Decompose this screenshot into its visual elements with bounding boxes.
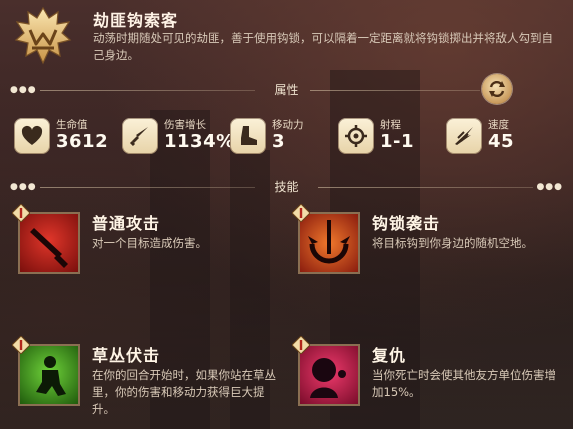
skill-description: 在你的回合开始时，如果你站在草丛里，你的伤害和移动力获得巨大提升。 xyxy=(92,368,276,416)
unit-emblem-icon xyxy=(12,6,74,68)
skill-name: 草丛伏击 xyxy=(92,346,161,365)
skill-info-badge-icon xyxy=(292,204,310,222)
skills-divider: ●●● 技能 ●●● xyxy=(10,180,563,194)
divider-line xyxy=(310,90,480,91)
skill-name: 钩锁袭击 xyxy=(372,214,441,233)
attributes-heading: 属性 xyxy=(274,83,299,97)
wing-speed-icon xyxy=(446,118,482,154)
boot-icon xyxy=(230,118,266,154)
skill-normal-attack[interactable]: 普通攻击 对一个目标造成伤害。 xyxy=(10,202,280,288)
skill-bush-ambush[interactable]: 草丛伏击 在你的回合开始时，如果你站在草丛里，你的伤害和移动力获得巨大提升。 xyxy=(10,334,280,420)
attributes-divider: ●●● 属性 xyxy=(10,83,563,97)
skill-description: 对一个目标造成伤害。 xyxy=(92,236,207,250)
stat-value: 45 xyxy=(488,131,515,152)
stat-value: 1-1 xyxy=(380,131,415,152)
stat-label: 伤害增长 xyxy=(164,119,206,131)
stat-value: 3 xyxy=(272,131,286,152)
divider-line xyxy=(318,187,533,188)
dagger-icon xyxy=(122,118,158,154)
swap-button[interactable] xyxy=(482,74,512,104)
skill-name: 复仇 xyxy=(372,346,407,365)
skill-revenge[interactable]: 复仇 当你死亡时会使其他友方单位伤害增加15%。 xyxy=(290,334,560,420)
heart-icon xyxy=(14,118,50,154)
skill-info-badge-icon xyxy=(12,204,30,222)
unit-description: 动荡时期随处可见的劫匪，善于使用钩锁，可以隔着一定距离就将钩锁掷出并将敌人勾到自… xyxy=(93,31,553,62)
skill-info-badge-icon xyxy=(292,336,310,354)
stat-label: 速度 xyxy=(488,119,509,131)
unit-name: 劫匪钩索客 xyxy=(93,11,179,30)
swap-arrows-icon xyxy=(489,80,505,98)
crosshair-icon xyxy=(338,118,374,154)
skill-name: 普通攻击 xyxy=(92,214,161,233)
skill-description: 当你死亡时会使其他友方单位伤害增加15%。 xyxy=(372,368,556,399)
skill-info-badge-icon xyxy=(12,336,30,354)
divider-dots: ●●● xyxy=(536,182,563,192)
skill-description: 将目标钩到你身边的随机空地。 xyxy=(372,236,533,250)
stat-value: 1134% xyxy=(164,131,235,152)
skill-grapple-strike[interactable]: 钩锁袭击 将目标钩到你身边的随机空地。 xyxy=(290,202,560,288)
stat-label: 生命值 xyxy=(56,119,88,131)
stat-label: 移动力 xyxy=(272,119,304,131)
stat-label: 射程 xyxy=(380,119,401,131)
stat-value: 3612 xyxy=(56,131,109,152)
